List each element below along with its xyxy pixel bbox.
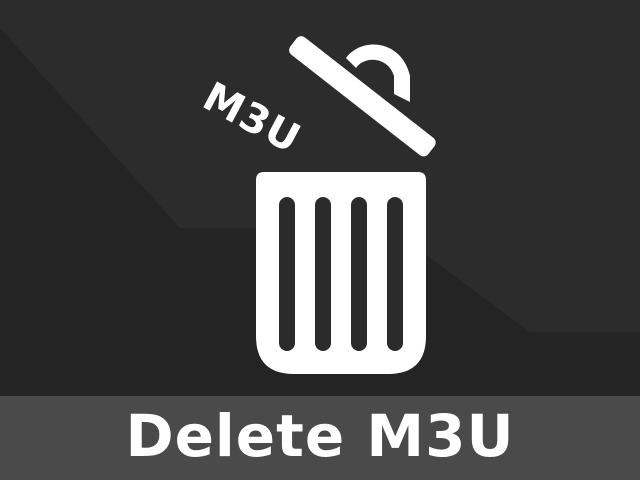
m3u-delete-tile: M3U Delete M3U bbox=[0, 0, 640, 480]
footer-band: Delete M3U bbox=[0, 396, 640, 480]
trash-body-icon bbox=[256, 172, 426, 374]
footer-title: Delete M3U bbox=[125, 402, 515, 470]
trash-can-icon bbox=[256, 36, 436, 374]
